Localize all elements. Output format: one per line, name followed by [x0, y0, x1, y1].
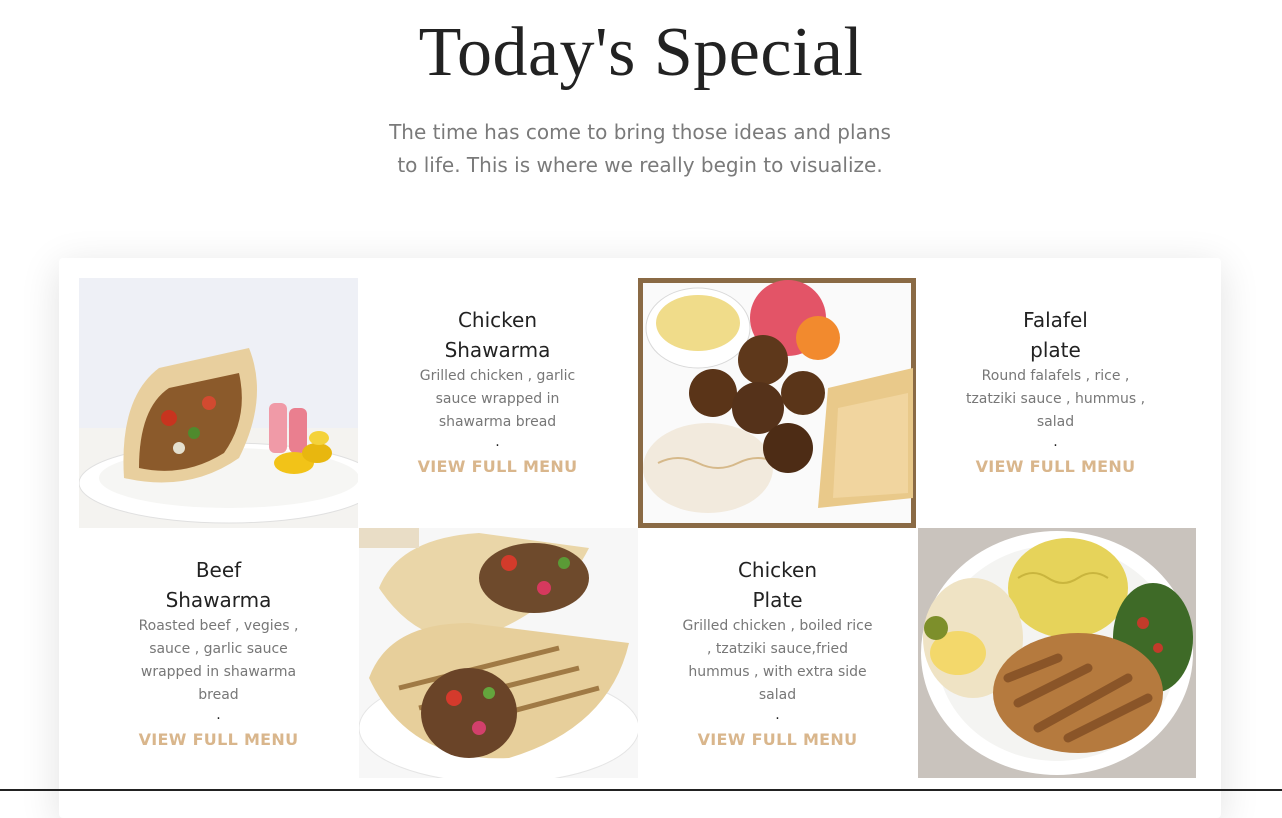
- item-name-line2: Shawarma: [165, 588, 272, 612]
- chicken-plate-image: [918, 528, 1196, 778]
- item-name: Chicken Plate: [688, 555, 868, 615]
- item-description: Grilled chicken , boiled rice , tzatziki…: [682, 618, 873, 703]
- item-dot: .: [775, 707, 780, 723]
- item-name-line1: Beef: [195, 558, 242, 582]
- item-name: Falafel plate: [966, 305, 1146, 365]
- view-full-menu-link[interactable]: View Full Menu: [139, 730, 299, 749]
- item-name-line1: Chicken: [457, 308, 538, 332]
- beef-shawarma-image: [359, 528, 638, 778]
- item-description: Roasted beef , vegies , sauce , garlic s…: [138, 618, 299, 703]
- menu-item-chicken-shawarma: Chicken Shawarma Grilled chicken , garli…: [358, 278, 637, 528]
- page-subtitle: The time has come to bring those ideas a…: [389, 120, 891, 177]
- view-full-menu-link[interactable]: View Full Menu: [698, 730, 858, 749]
- falafel-plate-image: [638, 278, 916, 528]
- view-full-menu-link[interactable]: View Full Menu: [418, 457, 578, 476]
- item-name-line2: Plate: [752, 588, 803, 612]
- view-full-menu-link[interactable]: View Full Menu: [976, 457, 1136, 476]
- specials-card: Chicken Shawarma Grilled chicken , garli…: [59, 258, 1221, 818]
- page-title: Today's Special: [418, 14, 864, 91]
- item-name: Chicken Shawarma: [408, 305, 588, 365]
- chicken-shawarma-image: [79, 278, 358, 528]
- item-name: Beef Shawarma: [129, 555, 309, 615]
- menu-item-falafel-plate: Falafel plate Round falafels , rice , tz…: [916, 278, 1195, 528]
- item-dot: .: [495, 434, 500, 450]
- item-description: Grilled chicken , garlic sauce wrapped i…: [419, 368, 576, 430]
- item-description: Round falafels , rice , tzatziki sauce ,…: [965, 368, 1146, 430]
- item-name-line2: Shawarma: [444, 338, 551, 362]
- item-dot: .: [1053, 434, 1058, 450]
- item-name-line1: Chicken: [737, 558, 818, 582]
- item-name-line1: Falafel: [1023, 308, 1088, 332]
- menu-item-beef-shawarma: Beef Shawarma Roasted beef , vegies , sa…: [79, 528, 358, 778]
- item-dot: .: [216, 707, 221, 723]
- menu-item-chicken-plate: Chicken Plate Grilled chicken , boiled r…: [638, 528, 917, 778]
- item-name-line2: plate: [1030, 338, 1081, 362]
